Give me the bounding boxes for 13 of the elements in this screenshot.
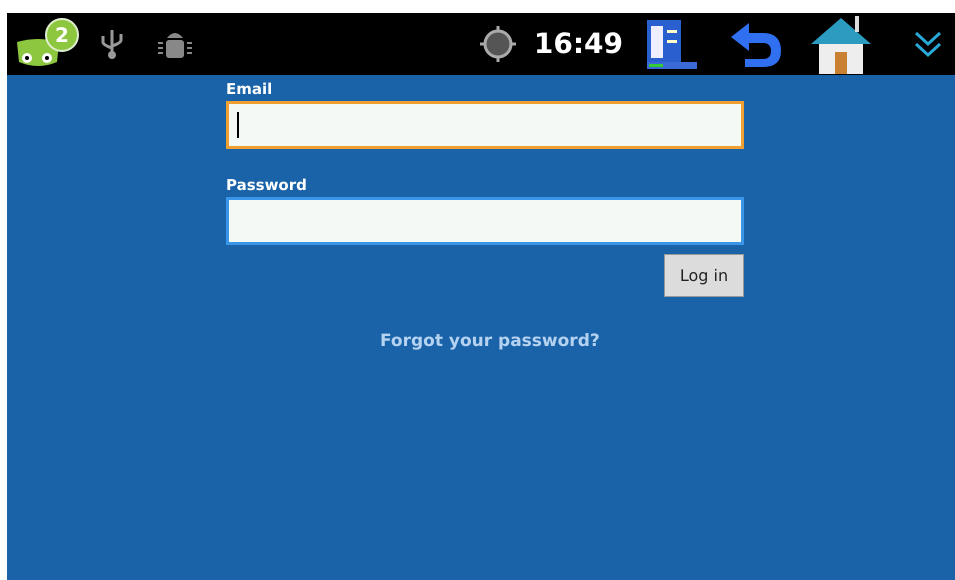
text-cursor — [237, 112, 239, 138]
usb-icon — [99, 28, 125, 60]
input-field[interactable] — [226, 101, 744, 149]
home-icon[interactable] — [809, 14, 873, 74]
gps-icon — [478, 24, 518, 64]
input-field[interactable] — [226, 197, 744, 245]
forgot-password-link[interactable]: Forgot your password? — [380, 329, 600, 354]
expand-icon[interactable] — [913, 29, 943, 59]
field-label: Password — [226, 175, 308, 196]
login-button[interactable]: Log in — [664, 254, 744, 297]
field-label: Email — [226, 79, 274, 100]
clock-time: 16:49 — [534, 26, 623, 62]
notification-badge: 2 — [45, 18, 79, 52]
